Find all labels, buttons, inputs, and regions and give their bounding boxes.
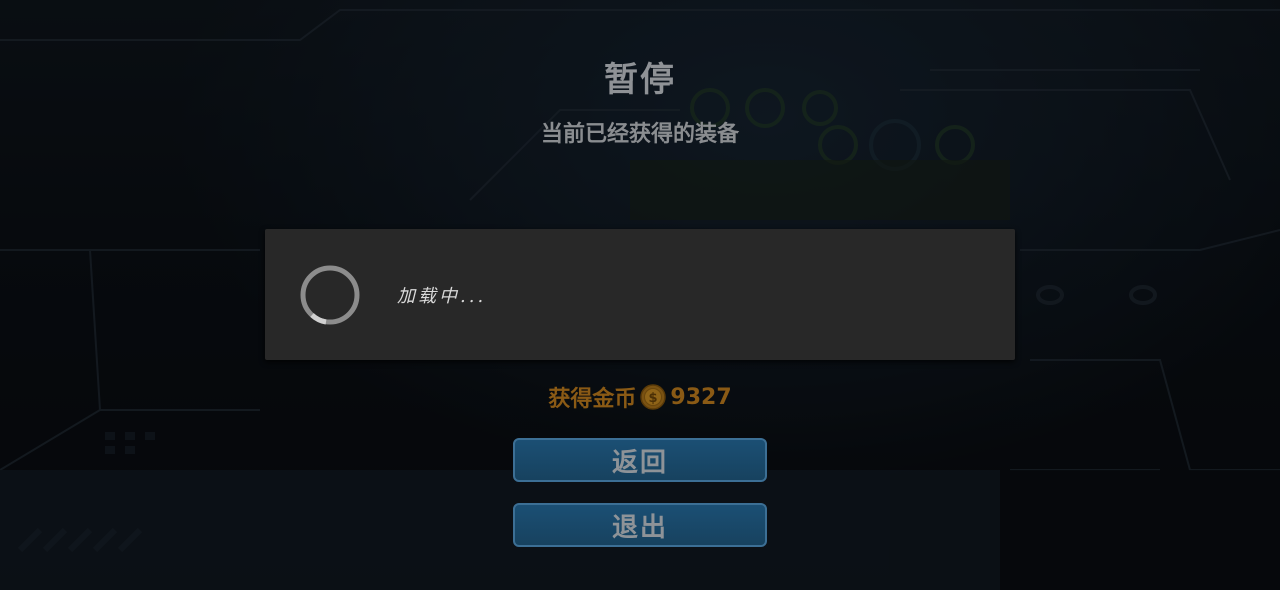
exit-button[interactable]: 退出 [513,503,767,547]
pause-title: 暂停 [604,60,676,100]
loading-spinner-icon [300,265,360,325]
acquired-equipment-heading: 当前已经获得的装备 [540,122,739,147]
coin-icon: $ [640,384,667,410]
svg-text:$: $ [649,391,658,406]
coins-earned: 获得金币 $ 9327 [0,381,1280,413]
game-pause-screen: 暂停 当前已经获得的装备 加载中... 获得金币 $ 9327 返回 退出 [0,0,1280,590]
return-button[interactable]: 返回 [513,438,767,482]
coins-label: 获得金币 [548,387,637,412]
loading-text: 加载中... [397,286,487,307]
coins-value: 9327 [670,384,732,410]
loading-dialog: 加载中... [265,229,1015,360]
